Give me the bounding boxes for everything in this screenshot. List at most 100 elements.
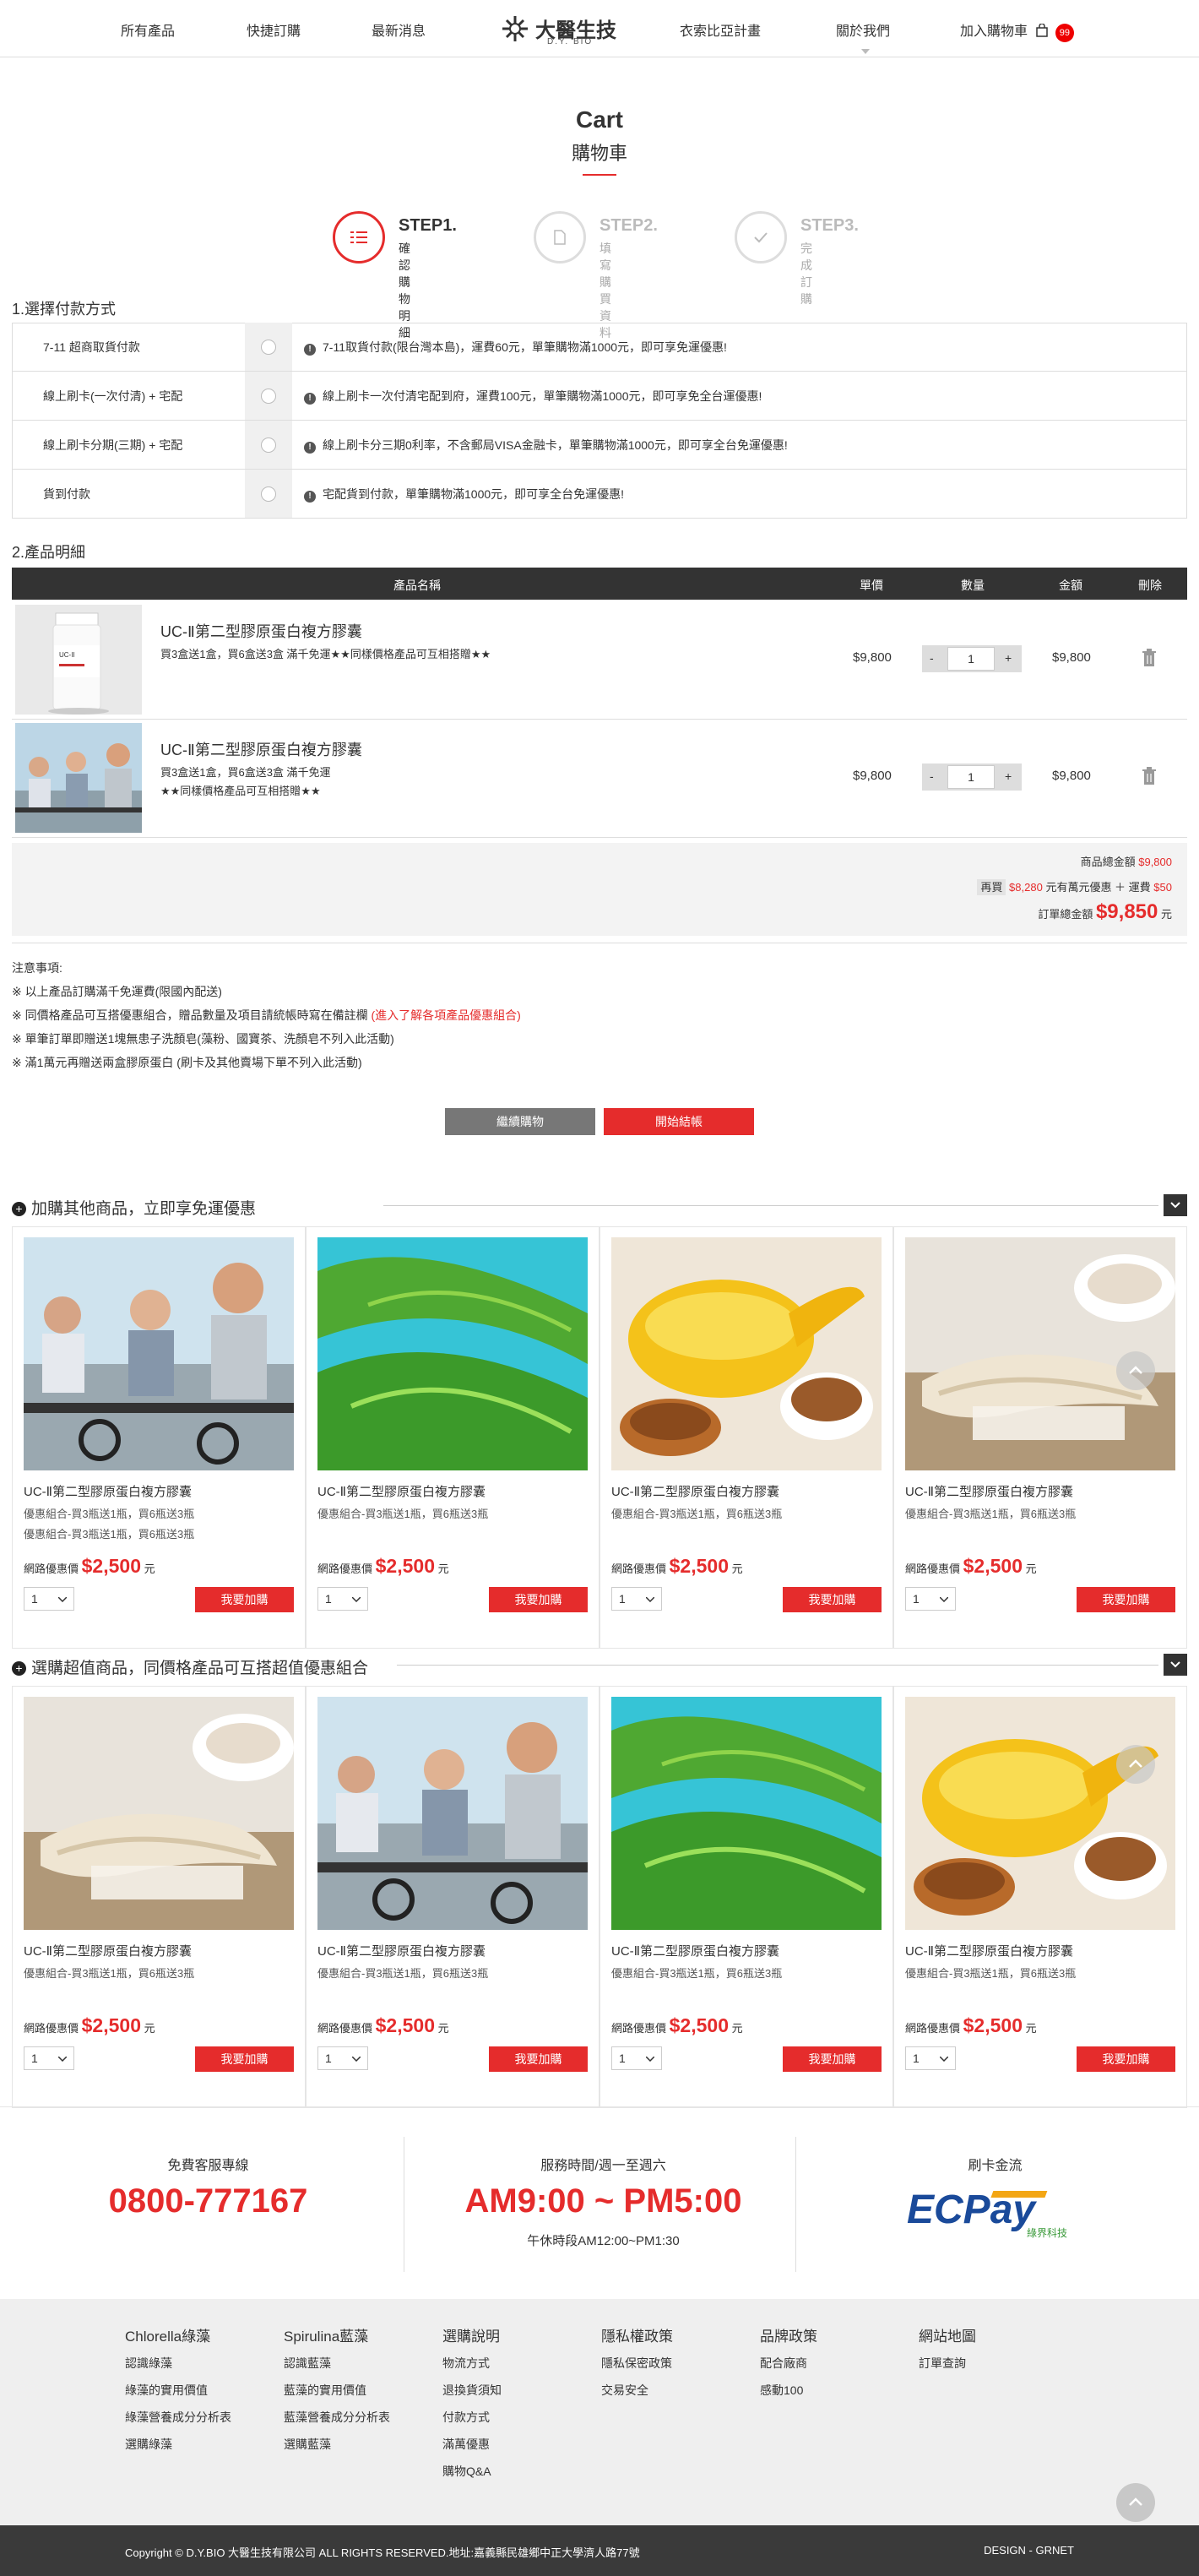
footer-link[interactable]: 滿萬優惠: [442, 2431, 502, 2458]
continue-shopping-button[interactable]: 繼續購物: [445, 1108, 595, 1135]
qty-select[interactable]: 1: [611, 1587, 662, 1611]
footer-link[interactable]: 認識綠藻: [125, 2350, 231, 2377]
footer-link[interactable]: 綠藻的實用價值: [125, 2377, 231, 2404]
product-image[interactable]: UC-II: [15, 605, 142, 715]
product-card-name[interactable]: UC-Ⅱ第二型膠原蛋白複方膠囊: [905, 1942, 1073, 1959]
trash-icon[interactable]: [1142, 649, 1157, 667]
footer-column-heading[interactable]: 品牌政策: [760, 2328, 817, 2346]
payment-option-card[interactable]: 線上刷卡(一次付清) + 宅配 ! 線上刷卡一次付清宅配到府，運費100元，單筆購…: [12, 372, 1187, 421]
qty-select[interactable]: 1: [24, 1587, 74, 1611]
item-name[interactable]: UC-Ⅱ第二型膠原蛋白複方膠囊: [160, 738, 362, 760]
scroll-top-button[interactable]: [1116, 1351, 1155, 1390]
footer-link[interactable]: 感動100: [760, 2377, 817, 2404]
payment-radio[interactable]: [245, 421, 292, 469]
hotline-number[interactable]: 0800-777167: [8, 2182, 408, 2220]
footer-column-heading[interactable]: 隱私權政策: [601, 2328, 673, 2346]
add-to-cart-button[interactable]: 我要加購: [489, 1587, 588, 1612]
qty-select[interactable]: 1: [905, 1587, 956, 1611]
product-card-name[interactable]: UC-Ⅱ第二型膠原蛋白複方膠囊: [317, 1942, 486, 1959]
footer-column-heading[interactable]: Chlorella綠藻: [125, 2328, 231, 2346]
product-image[interactable]: [15, 723, 142, 833]
payment-radio[interactable]: [245, 372, 292, 420]
qty-input[interactable]: 1: [947, 647, 995, 671]
footer-column-heading[interactable]: Spirulina藍藻: [284, 2328, 390, 2346]
qty-select[interactable]: 1: [317, 1587, 368, 1611]
add-to-cart-button[interactable]: 我要加購: [783, 2046, 882, 2072]
add-to-cart-button[interactable]: 我要加購: [783, 1587, 882, 1612]
product-card-image[interactable]: [24, 1697, 294, 1930]
col-name: 產品名稱: [393, 579, 441, 592]
add-to-cart-button[interactable]: 我要加購: [1077, 1587, 1175, 1612]
footer-link[interactable]: 交易安全: [601, 2377, 673, 2404]
add-to-cart-button[interactable]: 我要加購: [489, 2046, 588, 2072]
qty-plus-button[interactable]: +: [1005, 651, 1012, 665]
footer-column-heading[interactable]: 網站地圖: [919, 2328, 976, 2346]
nav-quick-order[interactable]: 快捷訂購: [247, 19, 301, 40]
add-to-cart-button[interactable]: 我要加購: [1077, 2046, 1175, 2072]
product-card-image[interactable]: [905, 1697, 1175, 1930]
product-card-image[interactable]: [24, 1237, 294, 1470]
footer-link[interactable]: 訂單查詢: [919, 2350, 976, 2377]
design-credit[interactable]: DESIGN - GRNET: [984, 2544, 1074, 2557]
scroll-top-button[interactable]: [1116, 2483, 1155, 2522]
collapse-toggle[interactable]: [1164, 1194, 1187, 1216]
footer-link[interactable]: 付款方式: [442, 2404, 502, 2431]
product-card-name[interactable]: UC-Ⅱ第二型膠原蛋白複方膠囊: [611, 1942, 779, 1959]
footer-link[interactable]: 選購藍藻: [284, 2431, 390, 2458]
footer-link[interactable]: 隱私保密政策: [601, 2350, 673, 2377]
footer-link[interactable]: 選購綠藻: [125, 2431, 231, 2458]
add-to-cart-button[interactable]: 我要加購: [195, 1587, 294, 1612]
scroll-top-button[interactable]: [1116, 1745, 1155, 1784]
footer-link[interactable]: 購物Q&A: [442, 2458, 502, 2485]
footer-link[interactable]: 配合廠商: [760, 2350, 817, 2377]
promo-combo-link[interactable]: (進入了解各項產品優惠組合): [372, 1008, 521, 1022]
footer-link[interactable]: 物流方式: [442, 2350, 502, 2377]
item-name[interactable]: UC-Ⅱ第二型膠原蛋白複方膠囊: [160, 620, 362, 642]
add-to-cart-button[interactable]: 我要加購: [195, 2046, 294, 2072]
footer-link[interactable]: 藍藻營養成分分析表: [284, 2404, 390, 2431]
payment-radio[interactable]: [245, 323, 292, 371]
nav-ethiopia[interactable]: 衣索比亞計畫: [680, 19, 761, 40]
product-card-image[interactable]: [317, 1237, 588, 1470]
footer-link[interactable]: 綠藻營養成分分析表: [125, 2404, 231, 2431]
footer-link[interactable]: 藍藻的實用價值: [284, 2377, 390, 2404]
product-card: UC-Ⅱ第二型膠原蛋白複方膠囊 優惠組合-買3瓶送1瓶，買6瓶送3瓶 網路優惠價 $…: [306, 1686, 600, 2108]
payment-radio[interactable]: [245, 470, 292, 518]
footer-link[interactable]: 認識藍藻: [284, 2350, 390, 2377]
brand-logo[interactable]: 大醫生技 D.Y. BIO: [500, 10, 618, 49]
quantity-stepper: - 1 +: [922, 645, 1022, 672]
footer-link[interactable]: 退換貨須知: [442, 2377, 502, 2404]
payment-option-cod[interactable]: 貨到付款 ! 宅配貨到付款，單筆購物滿1000元，即可享全台免運優惠!: [12, 470, 1187, 519]
qty-input[interactable]: 1: [947, 765, 995, 789]
qty-select[interactable]: 1: [317, 2046, 368, 2070]
checkout-button[interactable]: 開始結帳: [604, 1108, 754, 1135]
payment-option-711[interactable]: 7-11 超商取貨付款 ! 7-11取貨付款(限台灣本島)，運費60元，單筆購物滿…: [12, 323, 1187, 372]
nav-cart-label: 加入購物車: [960, 24, 1028, 39]
qty-plus-button[interactable]: +: [1005, 769, 1012, 783]
product-card-name[interactable]: UC-Ⅱ第二型膠原蛋白複方膠囊: [611, 1482, 779, 1500]
qty-select[interactable]: 1: [905, 2046, 956, 2070]
nav-all-products[interactable]: 所有產品: [121, 19, 175, 40]
qty-minus-button[interactable]: -: [930, 769, 934, 783]
qty-select[interactable]: 1: [611, 2046, 662, 2070]
qty-select[interactable]: 1: [24, 2046, 74, 2070]
nav-news[interactable]: 最新消息: [372, 19, 426, 40]
footer-column-heading[interactable]: 選購說明: [442, 2328, 502, 2346]
product-card-image[interactable]: [611, 1697, 882, 1930]
promo-line: 再買 $8,280 元有萬元優惠 ＋ 運費 $50: [977, 878, 1172, 895]
product-card-image[interactable]: [317, 1697, 588, 1930]
nav-about[interactable]: 關於我們: [836, 19, 890, 40]
qty-minus-button[interactable]: -: [930, 651, 934, 665]
product-card-price: 網路優惠價 $2,500 元: [317, 2014, 449, 2036]
collapse-toggle[interactable]: [1164, 1654, 1187, 1676]
plus-circle-icon: +: [12, 1661, 26, 1676]
trash-icon[interactable]: [1142, 767, 1157, 785]
note-line: ※ 以上產品訂購滿千免運費(限國內配送): [12, 985, 222, 998]
nav-cart[interactable]: 加入購物車 99: [960, 19, 1074, 42]
product-card-name[interactable]: UC-Ⅱ第二型膠原蛋白複方膠囊: [24, 1942, 192, 1959]
product-card-name[interactable]: UC-Ⅱ第二型膠原蛋白複方膠囊: [24, 1482, 192, 1500]
payment-option-installment[interactable]: 線上刷卡分期(三期) + 宅配 ! 線上刷卡分三期0利率，不含郵局VISA金融卡，…: [12, 421, 1187, 470]
product-card-name[interactable]: UC-Ⅱ第二型膠原蛋白複方膠囊: [905, 1482, 1073, 1500]
product-card-image[interactable]: [611, 1237, 882, 1470]
product-card-name[interactable]: UC-Ⅱ第二型膠原蛋白複方膠囊: [317, 1482, 486, 1500]
